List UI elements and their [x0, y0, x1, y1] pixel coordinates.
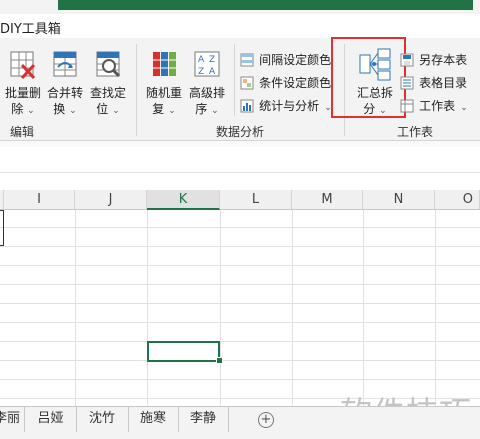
- find-locate-label-1: 查找定: [89, 86, 126, 100]
- formula-bar-divider: [0, 172, 480, 173]
- advanced-sort-label-1: 高级排: [188, 86, 225, 100]
- column-header-K[interactable]: K: [147, 190, 220, 210]
- random-repeat-label-2: 复: [152, 102, 165, 116]
- selected-cell[interactable]: [147, 341, 220, 362]
- save-sheet-as-button[interactable]: 另存本表: [400, 49, 467, 68]
- column-header-I[interactable]: I: [4, 190, 75, 210]
- grid-vline: [363, 210, 364, 406]
- chevron-down-icon: ⌄: [168, 106, 176, 116]
- chevron-down-icon: ⌄: [69, 106, 77, 116]
- column-header-J[interactable]: J: [75, 190, 147, 210]
- batch-delete-label-2: 除: [11, 102, 24, 116]
- sheet-tab[interactable]: 李丽: [0, 406, 25, 432]
- grid-hline: [0, 246, 480, 247]
- conditional-color-icon: [240, 76, 254, 89]
- group-separator: [136, 44, 137, 136]
- column-header-O[interactable]: O: [435, 190, 480, 210]
- worksheet-label: 工作表: [419, 99, 456, 113]
- add-sheet-button[interactable]: +: [258, 412, 274, 428]
- grid-hline: [0, 379, 480, 380]
- advanced-sort-button[interactable]: A Z Z A 高级排 序 ⌄: [186, 49, 228, 119]
- interval-color-button[interactable]: 间隔设定颜色: [240, 49, 331, 68]
- merge-convert-button[interactable]: 合并转 换 ⌄: [45, 49, 85, 119]
- chevron-down-icon: ⌄: [211, 106, 219, 116]
- grid-hline: [0, 360, 480, 361]
- table-of-contents-button[interactable]: 表格目录: [400, 72, 467, 91]
- chevron-down-icon: ⌄: [112, 106, 120, 116]
- chevron-down-icon: ⌄: [460, 103, 468, 113]
- sheet-tab[interactable]: 沈竹: [76, 406, 129, 432]
- column-header-M[interactable]: M: [292, 190, 363, 210]
- svg-text:Z: Z: [209, 55, 215, 65]
- advanced-sort-icon: A Z Z A: [194, 51, 220, 77]
- ribbon-shadow: [0, 141, 480, 147]
- grid-hline: [0, 303, 480, 304]
- grid-hline: [0, 265, 480, 266]
- find-locate-icon: [96, 51, 121, 78]
- save-sheet-icon: [400, 53, 414, 66]
- grid-hline: [0, 284, 480, 285]
- advanced-sort-label-2: 序: [195, 102, 208, 116]
- svg-text:A: A: [198, 55, 205, 65]
- stats-analysis-label: 统计与分析: [259, 99, 320, 113]
- batch-delete-icon: [10, 51, 36, 80]
- find-locate-button[interactable]: 查找定 位 ⌄: [88, 49, 128, 119]
- grid-hline: [0, 341, 480, 342]
- column-header-N[interactable]: N: [363, 190, 435, 210]
- grid-vline: [147, 210, 148, 406]
- group-separator: [234, 44, 235, 116]
- interval-color-label: 间隔设定颜色: [259, 53, 332, 67]
- random-repeat-button[interactable]: 随机重 复 ⌄: [143, 49, 185, 119]
- table-directory-icon: [400, 76, 414, 89]
- group-label-data-analysis: 数据分析: [216, 125, 265, 139]
- group-label-worksheet: 工作表: [397, 125, 434, 139]
- stats-analysis-button[interactable]: 统计与分析 ⌄: [240, 95, 332, 114]
- merge-convert-label-2: 换: [53, 102, 66, 116]
- chevron-down-icon: ⌄: [27, 106, 35, 116]
- random-repeat-label-1: 随机重: [145, 86, 182, 100]
- grid-vline: [75, 210, 76, 406]
- grid-vline: [292, 210, 293, 406]
- grid-hline: [0, 322, 480, 323]
- stats-analysis-icon: [240, 99, 254, 112]
- svg-text:Z: Z: [198, 67, 204, 77]
- conditional-color-label: 条件设定颜色: [259, 76, 332, 90]
- window-title-strip: [58, 0, 473, 10]
- highlight-box: [331, 37, 406, 118]
- svg-text:A: A: [209, 67, 216, 77]
- group-label-edit: 编辑: [10, 125, 35, 139]
- find-locate-label-2: 位: [96, 102, 109, 116]
- sheet-tab[interactable]: 施寒: [128, 406, 179, 432]
- grid-hline: [0, 227, 480, 228]
- batch-delete-label-1: 批量删: [4, 86, 41, 100]
- fill-handle[interactable]: [216, 357, 223, 364]
- worksheet-icon: [400, 99, 414, 112]
- worksheet-button[interactable]: 工作表 ⌄: [400, 95, 468, 114]
- sheet-tab[interactable]: 李静: [178, 406, 229, 432]
- grid-vline: [220, 210, 221, 406]
- ribbon-tab-diy-toolbox[interactable]: DIY工具箱: [0, 18, 61, 37]
- conditional-color-button[interactable]: 条件设定颜色: [240, 72, 331, 91]
- save-sheet-as-label: 另存本表: [419, 53, 468, 67]
- column-header-L[interactable]: L: [220, 190, 292, 210]
- batch-delete-button[interactable]: 批量删 除 ⌄: [4, 49, 42, 119]
- interval-color-icon: [240, 53, 254, 66]
- sheet-tab[interactable]: 吕娅: [25, 406, 77, 432]
- grid-vline: [435, 210, 436, 406]
- random-repeat-icon: [153, 52, 176, 76]
- table-of-contents-label: 表格目录: [419, 76, 468, 90]
- partial-cell-border: [0, 210, 4, 246]
- title-bar: [0, 0, 480, 14]
- merge-convert-label-1: 合并转: [46, 86, 83, 100]
- merge-convert-icon: [53, 51, 77, 77]
